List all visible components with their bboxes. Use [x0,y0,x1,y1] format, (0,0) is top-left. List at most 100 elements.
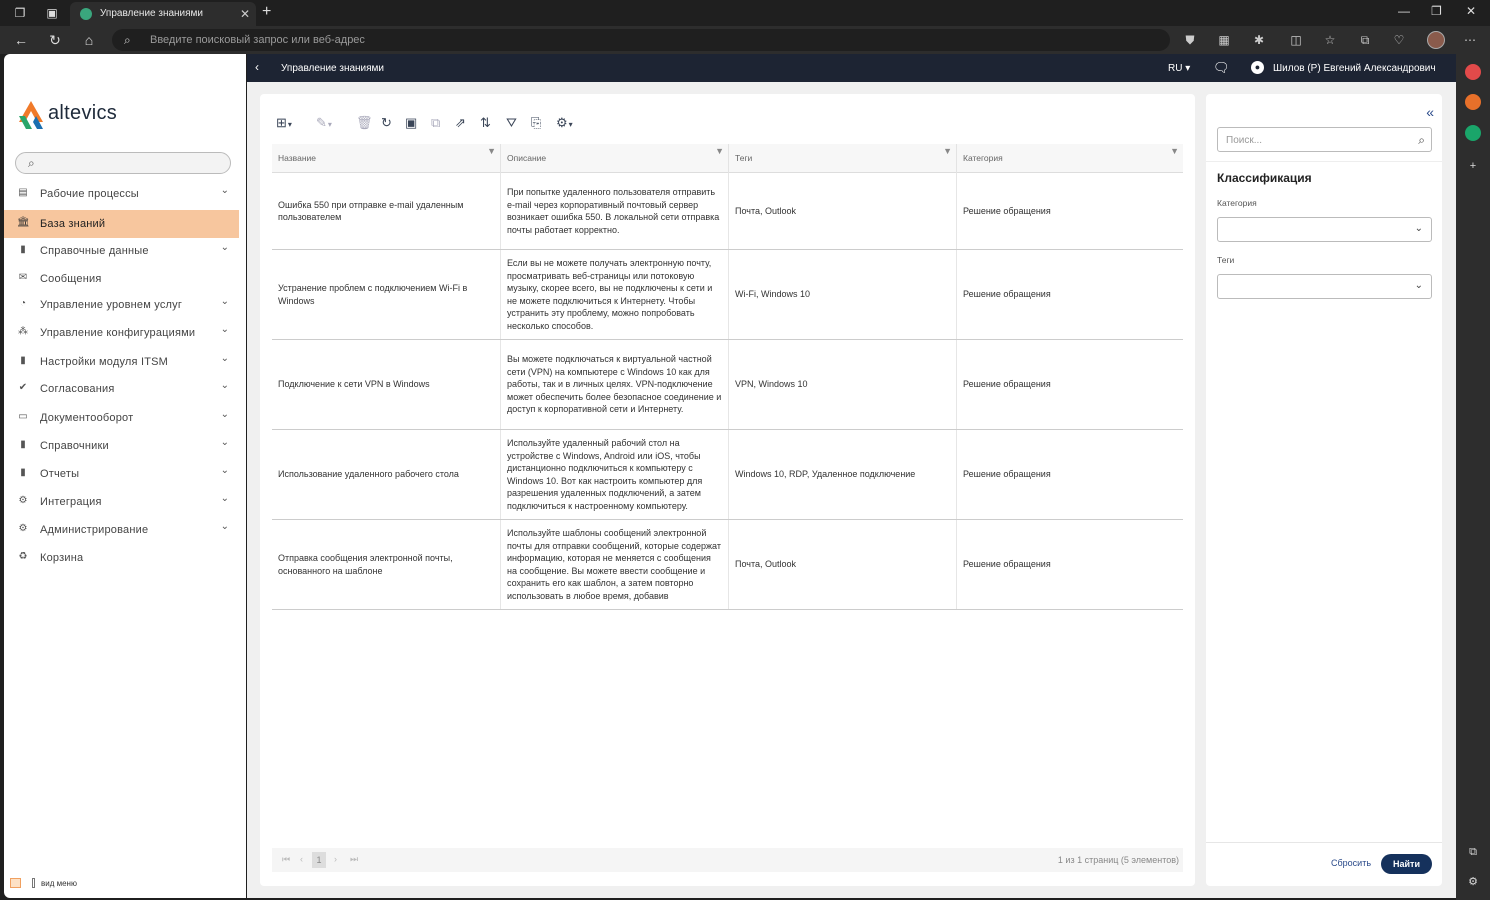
save-button[interactable]: ▣ [405,114,417,132]
restore-icon[interactable]: ❐ [1431,4,1442,18]
add-button[interactable]: ⊞▾ [276,114,292,132]
chevron-down-icon[interactable]: ⌄ [221,296,229,307]
more-icon[interactable]: ⋯ [1462,32,1478,48]
chevron-down-icon[interactable]: ⌄ [221,521,229,532]
chevron-down-icon[interactable]: ⌄ [221,242,229,253]
table-row[interactable]: Использование удаленного рабочего стола … [272,430,1183,520]
chevron-down-icon[interactable]: ⌄ [221,380,229,391]
table-row[interactable]: Отправка сообщения электронной почты, ос… [272,520,1183,610]
column-header-category[interactable]: Категория ▼ [957,144,1183,173]
last-page-icon[interactable]: ⏭ [350,854,358,865]
chevron-down-icon[interactable]: ⌄ [221,493,229,504]
user-name[interactable]: Шилов (Р) Евгений Александрович [1273,63,1436,74]
gitlab-icon[interactable] [1465,94,1481,110]
page-number[interactable]: 1 [312,852,326,868]
menu-view-bar-icon [32,878,35,888]
column-header-description[interactable]: Описание ▼ [501,144,729,173]
search-icon[interactable]: ⌕ [1418,128,1425,153]
gear-icon: ⚙ [18,523,28,534]
sidebar-item[interactable]: ♻ Корзина [4,544,239,572]
chevron-down-icon[interactable]: ⌄ [221,465,229,476]
favorites-icon[interactable]: ☆ [1322,32,1338,48]
export-button[interactable]: ⇗ [455,114,466,132]
filter-search-input[interactable]: Поиск... ⌕ [1217,127,1432,152]
home-icon[interactable]: ⌂ [80,31,98,49]
sidebar-item-label: Управление конфигурациями [40,327,196,339]
find-button[interactable]: Найти [1381,854,1432,874]
sidebar-search-input[interactable]: ⌕ [15,152,231,174]
sidebar-item[interactable]: ◔ Управление уровнем услуг ⌄ [4,291,239,319]
external-link-icon[interactable]: ⧉ [1465,844,1481,860]
table-row[interactable]: Ошибка 550 при отправке e-mail удаленным… [272,173,1183,250]
chevron-down-icon[interactable]: ⌄ [221,409,229,420]
first-page-icon[interactable]: ⏮ [282,854,290,865]
chevron-left-icon[interactable]: ‹ [255,60,259,74]
puzzle-icon[interactable]: ✱ [1251,32,1267,48]
sidebar-item[interactable]: ✔ Согласования ⌄ [4,375,239,403]
clear-filter-button[interactable]: ⛛ [506,114,517,132]
settings-button[interactable]: ⚙▾ [556,114,573,132]
edit-button[interactable]: ✎▾ [316,114,332,132]
prev-page-icon[interactable]: ‹ [300,854,303,864]
reset-button[interactable]: Сбросить [1331,858,1371,868]
category-select[interactable]: ⌄ [1217,217,1432,242]
sidebar-item[interactable]: ▤ Рабочие процессы ⌄ [4,180,239,208]
sidebar-item[interactable]: ⁂ Управление конфигурациями ⌄ [4,319,239,347]
chevron-down-icon[interactable]: ⌄ [221,437,229,448]
chevron-down-icon[interactable]: ⌄ [221,353,229,364]
sidebar-item[interactable]: ▮ Отчеты ⌄ [4,460,239,488]
cell-tags: Windows 10, RDP, Удаленное подключение [729,430,957,519]
address-bar[interactable]: ⌕ Введите поисковый запрос или веб-адрес [112,29,1170,51]
sidebar-item[interactable]: ▮ Справочные данные ⌄ [4,237,239,265]
refresh-icon[interactable]: ↻ [46,31,64,49]
chevron-down-icon[interactable]: ⌄ [221,324,229,335]
table-row[interactable]: Подключение к сети VPN в Windows Вы може… [272,340,1183,430]
grid-header: Название ▼ Описание ▼ Теги ▼ Категория ▼ [272,144,1183,173]
collections-icon[interactable]: ⧉ [1357,32,1373,48]
split-screen-icon[interactable]: ◫ [1288,32,1304,48]
filter-icon[interactable]: ▼ [715,146,724,156]
extension-icon[interactable]: ▦ [1216,32,1232,48]
refresh-button[interactable]: ↻ [381,114,392,132]
column-header-tags[interactable]: Теги ▼ [729,144,957,173]
sidebar-item[interactable]: ⚙ Администрирование ⌄ [4,516,239,544]
filter-icon[interactable]: ▼ [487,146,496,156]
user-icon[interactable]: ● [1251,61,1264,74]
delete-button[interactable]: 🗑 [356,114,373,132]
close-window-icon[interactable]: ✕ [1466,4,1476,18]
workspaces-icon[interactable]: ❐ [12,5,28,21]
performance-icon[interactable]: ♡ [1391,32,1407,48]
minimize-icon[interactable]: — [1398,4,1410,18]
sidebar-item[interactable]: ▭ Документооборот ⌄ [4,404,239,432]
profile-avatar[interactable] [1427,31,1445,49]
layout-button[interactable]: ⎘ [531,114,541,132]
shield-icon[interactable]: ⛊ [1182,32,1198,48]
sidebar-item[interactable]: ✉ Сообщения [4,265,239,293]
sidebar-item[interactable]: ⚙ Интеграция ⌄ [4,488,239,516]
cell-name: Устранение проблем с подключением Wi-Fi … [272,250,501,339]
filter-icon[interactable]: ▼ [1170,146,1179,156]
copilot-icon[interactable] [1465,64,1481,80]
chevron-down-icon[interactable]: ⌄ [221,185,229,196]
filter-icon[interactable]: ▼ [943,146,952,156]
app-icon[interactable] [1465,125,1481,141]
language-selector[interactable]: RU ▾ [1168,63,1190,74]
table-row[interactable]: Устранение проблем с подключением Wi-Fi … [272,250,1183,340]
add-icon[interactable]: + [1465,158,1481,174]
close-tab-icon[interactable]: ✕ [240,2,250,26]
column-header-name[interactable]: Название ▼ [272,144,501,173]
sidebar-item[interactable]: ▮ Справочники ⌄ [4,432,239,460]
new-tab-icon[interactable]: + [262,3,271,21]
sort-button[interactable]: ⇅ [480,114,491,132]
back-icon[interactable]: ← [12,31,30,49]
chat-icon[interactable]: 🗨 [1213,60,1230,76]
browser-tab[interactable]: Управление знаниями ✕ [70,2,256,26]
copy-button[interactable]: ⧉ [431,114,440,132]
sidebar-item[interactable]: 🏛 База знаний [4,210,239,238]
tab-actions-icon[interactable]: ▣ [44,5,60,21]
next-page-icon[interactable]: › [334,854,337,864]
sidebar-item[interactable]: ▮ Настройки модуля ITSM ⌄ [4,348,239,376]
gear-icon[interactable]: ⚙ [1465,874,1481,890]
tags-select[interactable]: ⌄ [1217,274,1432,299]
collapse-panel-icon[interactable]: « [1426,104,1434,120]
